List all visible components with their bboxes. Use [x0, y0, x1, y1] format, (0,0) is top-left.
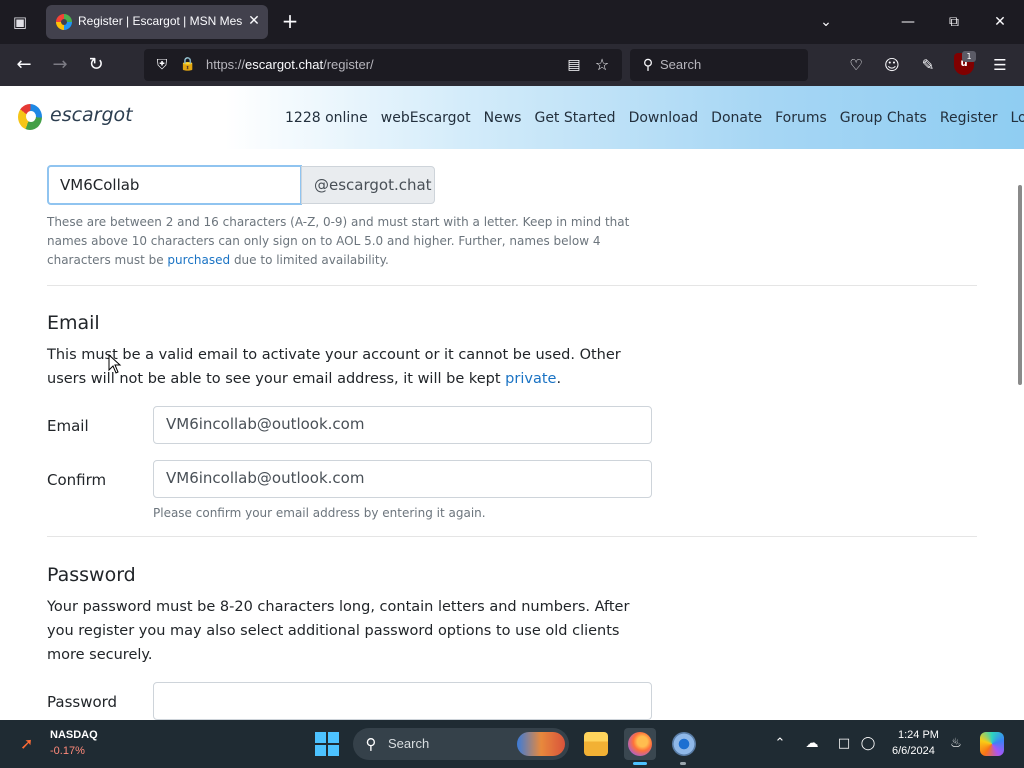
- escargot-logo-icon[interactable]: [18, 104, 42, 130]
- pocket-icon[interactable]: ♡: [844, 53, 868, 77]
- close-icon[interactable]: ✕: [244, 11, 264, 31]
- url-bar[interactable]: ⛨ 🔒 https://escargot.chat/register/ ▤ ☆: [144, 49, 622, 81]
- search-icon: ⚲: [365, 735, 377, 753]
- back-icon[interactable]: ←: [11, 52, 37, 78]
- clock-time[interactable]: 1:24 PM: [898, 729, 939, 741]
- settings-app[interactable]: [668, 728, 700, 760]
- nav-online-count: 1228 online: [285, 110, 368, 126]
- active-app-indicator: [633, 762, 647, 765]
- window-close-icon[interactable]: ✕: [980, 8, 1020, 36]
- tab-list-icon[interactable]: ▣: [8, 10, 32, 34]
- display-icon[interactable]: □: [834, 734, 854, 754]
- extensions-icon[interactable]: ✎: [916, 53, 940, 77]
- restore-icon[interactable]: ⧉: [934, 8, 974, 36]
- file-explorer-app[interactable]: [580, 728, 612, 760]
- star-icon[interactable]: ☆: [592, 55, 612, 75]
- chevron-up-icon[interactable]: ⌃: [770, 734, 790, 754]
- clock-date[interactable]: 6/6/2024: [892, 745, 935, 757]
- nav-group-chats[interactable]: Group Chats: [840, 110, 927, 126]
- nav-webescargot[interactable]: webEscargot: [381, 110, 471, 126]
- running-app-indicator: [680, 762, 686, 765]
- page-scrollbar-thumb[interactable]: [1018, 185, 1022, 385]
- nav-donate[interactable]: Donate: [711, 110, 762, 126]
- username-help: These are between 2 and 16 characters (A…: [47, 215, 630, 267]
- confirm-email-input[interactable]: VM6incollab@outlook.com: [153, 460, 652, 498]
- lock-icon[interactable]: 🔒: [178, 55, 198, 75]
- network-icon[interactable]: ◯: [858, 734, 878, 754]
- username-input[interactable]: VM6Collab: [47, 165, 302, 205]
- site-logo-text[interactable]: escargot: [50, 104, 133, 126]
- search-placeholder: Search: [660, 57, 702, 72]
- browser-search-bar[interactable]: ⚲ Search: [630, 49, 808, 81]
- taskbar-search[interactable]: ⚲ Search: [353, 728, 569, 760]
- browser-tab-active[interactable]: Register | Escargot | MSN Messenger ✕: [46, 5, 268, 39]
- purchased-link[interactable]: purchased: [167, 253, 230, 267]
- stock-change: -0.17%: [50, 745, 85, 757]
- email-input[interactable]: VM6incollab@outlook.com: [153, 406, 652, 444]
- stock-name[interactable]: NASDAQ: [50, 729, 98, 741]
- menu-icon[interactable]: ☰: [988, 53, 1012, 77]
- windows-start-icon[interactable]: [315, 732, 339, 756]
- password-label: Password: [47, 693, 118, 711]
- confirm-email-help: Please confirm your email address by ent…: [153, 506, 486, 520]
- bell-icon[interactable]: ♨: [946, 734, 966, 754]
- site-header: escargot 1228 online webEscargot News Ge…: [0, 86, 1024, 149]
- firefox-app[interactable]: [624, 728, 656, 760]
- browser-nav-bar: ← → ↻ ⛨ 🔒 https://escargot.chat/register…: [0, 44, 1024, 86]
- account-icon[interactable]: ☺: [880, 53, 904, 77]
- nav-get-started[interactable]: Get Started: [534, 110, 615, 126]
- shield-icon[interactable]: ⛨: [152, 55, 172, 75]
- nav-download[interactable]: Download: [629, 110, 699, 126]
- reload-icon[interactable]: ↻: [83, 52, 109, 78]
- nav-forums[interactable]: Forums: [775, 110, 827, 126]
- folder-icon: [584, 732, 608, 756]
- tab-title: Register | Escargot | MSN Messenger: [78, 14, 242, 28]
- site-nav: 1228 online webEscargot News Get Started…: [285, 110, 1024, 126]
- section-divider: [47, 536, 977, 537]
- minimize-icon[interactable]: —: [888, 8, 928, 36]
- escargot-favicon-icon: [56, 14, 72, 30]
- search-icon: ⚲: [642, 57, 654, 73]
- chevron-down-icon[interactable]: ⌄: [814, 10, 838, 34]
- password-section-title: Password: [47, 564, 136, 586]
- section-divider: [47, 285, 977, 286]
- windows-taskbar: ➚ NASDAQ -0.17% ⚲ Search ⌃ ☁ □ ◯ 1:24 PM…: [0, 720, 1024, 768]
- nav-register[interactable]: Register: [940, 110, 998, 126]
- gear-icon: [672, 732, 696, 756]
- search-highlight-image: [517, 732, 565, 756]
- email-section-title: Email: [47, 312, 100, 334]
- browser-tab-bar: ▣ Register | Escargot | MSN Messenger ✕ …: [0, 0, 1024, 44]
- nav-news[interactable]: News: [484, 110, 522, 126]
- cloud-offline-icon[interactable]: ☁: [802, 734, 822, 754]
- password-input[interactable]: [153, 682, 652, 720]
- copilot-icon[interactable]: [980, 732, 1004, 756]
- confirm-email-label: Confirm: [47, 471, 107, 489]
- ublock-badge: 1: [962, 51, 976, 62]
- mouse-cursor-icon: [108, 354, 122, 374]
- url-text[interactable]: https://escargot.chat/register/: [206, 57, 374, 72]
- plus-icon[interactable]: +: [278, 10, 302, 34]
- username-domain-suffix: @escargot.chat: [301, 166, 435, 204]
- stock-chart-icon[interactable]: ➚: [20, 734, 44, 754]
- page-viewport: escargot 1228 online webEscargot News Ge…: [0, 86, 1024, 720]
- taskbar-search-label: Search: [388, 736, 430, 751]
- private-link[interactable]: private: [505, 371, 556, 387]
- firefox-icon: [628, 732, 652, 756]
- reader-icon[interactable]: ▤: [564, 55, 584, 75]
- forward-icon[interactable]: →: [47, 52, 73, 78]
- email-section-desc: This must be a valid email to activate y…: [47, 347, 621, 387]
- email-label: Email: [47, 417, 89, 435]
- password-section-desc: Your password must be 8-20 characters lo…: [47, 599, 630, 663]
